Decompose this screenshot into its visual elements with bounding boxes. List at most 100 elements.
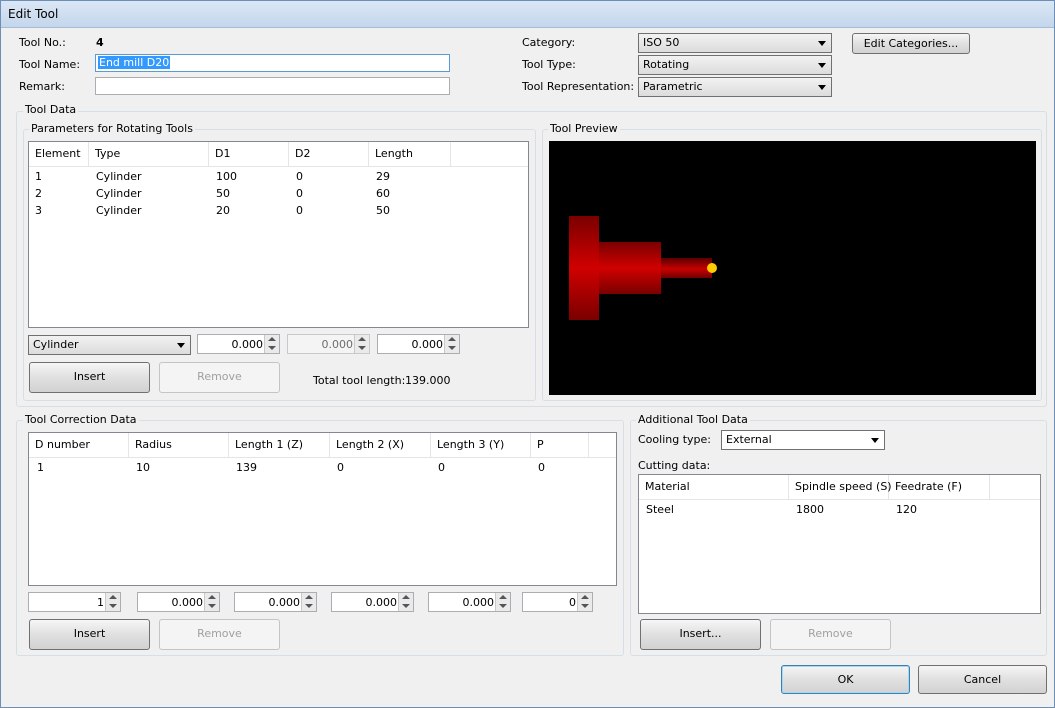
p-spinner[interactable]: 0 (522, 592, 593, 612)
arrow-up-icon (208, 595, 216, 599)
arrow-down-icon (208, 604, 216, 608)
spinner-arrows[interactable] (105, 593, 120, 611)
spinner-arrows[interactable] (577, 593, 592, 611)
correction-insert-button[interactable]: Insert (29, 619, 150, 650)
table-cell: 20 (216, 204, 230, 217)
table-cell: 100 (216, 170, 237, 183)
tool-segment-1 (569, 216, 599, 320)
tool-representation-select[interactable]: Parametric (638, 77, 832, 97)
spinner-arrows[interactable] (495, 593, 510, 611)
table-cell: 1 (37, 461, 44, 474)
parameters-list-header: Element Type D1 D2 Length (29, 142, 528, 167)
tool-name-input[interactable]: End mill D20 (95, 54, 450, 72)
tool-type-value: Rotating (643, 58, 690, 71)
column-header[interactable]: Element (29, 142, 89, 166)
d-number-spinner[interactable]: 1 (28, 592, 121, 612)
length-value: 0.000 (411, 338, 444, 351)
column-header[interactable]: Radius (129, 433, 229, 457)
tool-type-select[interactable]: Rotating (638, 55, 832, 75)
window-title: Edit Tool (8, 7, 59, 21)
ok-button[interactable]: OK (781, 665, 910, 694)
cancel-button[interactable]: Cancel (918, 665, 1047, 694)
length3-spinner[interactable]: 0.000 (428, 592, 511, 612)
chevron-down-icon (871, 438, 879, 443)
table-cell: 29 (376, 170, 390, 183)
correction-remove-button: Remove (159, 619, 280, 650)
column-header[interactable]: D2 (289, 142, 369, 166)
parameters-list[interactable]: Element Type D1 D2 Length 1 Cylinder 100… (28, 141, 529, 328)
arrow-up-icon (499, 595, 507, 599)
column-header[interactable]: Length 2 (X) (330, 433, 431, 457)
d1-spinner[interactable]: 0.000 (197, 334, 280, 354)
additional-tool-data-title: Additional Tool Data (636, 413, 750, 426)
spinner-arrows[interactable] (398, 593, 413, 611)
table-cell: 3 (35, 204, 42, 217)
table-cell: 50 (376, 204, 390, 217)
tool-representation-label: Tool Representation: (522, 80, 635, 93)
spinner-arrows[interactable] (301, 593, 316, 611)
cutting-data-header: Material Spindle speed (S) Feedrate (F) (639, 475, 1040, 500)
column-header[interactable]: Feedrate (F) (889, 475, 990, 499)
column-header[interactable]: Spindle speed (S) (789, 475, 892, 499)
table-cell: 1800 (796, 503, 824, 516)
cooling-type-select[interactable]: External (721, 430, 885, 450)
column-header[interactable]: Length 1 (Z) (229, 433, 330, 457)
arrow-up-icon (581, 595, 589, 599)
radius-spinner[interactable]: 0.000 (137, 592, 220, 612)
arrow-up-icon (109, 595, 117, 599)
tool-preview-title: Tool Preview (548, 122, 620, 135)
correction-list-header: D number Radius Length 1 (Z) Length 2 (X… (29, 433, 616, 458)
table-row[interactable]: Steel 1800 120 (639, 501, 1040, 518)
column-header[interactable]: D number (29, 433, 129, 457)
tool-name-label: Tool Name: (19, 58, 81, 71)
arrow-down-icon (358, 346, 366, 350)
spinner-arrows[interactable] (264, 335, 279, 353)
table-cell: 139 (236, 461, 257, 474)
table-cell: 1 (35, 170, 42, 183)
spinner-arrows[interactable] (204, 593, 219, 611)
tool-preview-canvas[interactable] (549, 141, 1036, 395)
table-cell: Steel (646, 503, 674, 516)
spinner-arrows[interactable] (444, 335, 459, 353)
correction-list[interactable]: D number Radius Length 1 (Z) Length 2 (X… (28, 432, 617, 586)
length2-spinner[interactable]: 0.000 (331, 592, 414, 612)
column-header[interactable]: Length 3 (Y) (431, 433, 531, 457)
column-header[interactable]: P (531, 433, 589, 457)
table-row[interactable]: 2 Cylinder 50 0 60 (29, 185, 528, 202)
column-header[interactable]: D1 (209, 142, 289, 166)
length-spinner[interactable]: 0.000 (377, 334, 460, 354)
cooling-type-value: External (726, 433, 772, 446)
arrow-down-icon (305, 604, 313, 608)
table-row[interactable]: 1 10 139 0 0 0 (29, 459, 616, 476)
length1-spinner[interactable]: 0.000 (234, 592, 317, 612)
column-header[interactable]: Material (639, 475, 789, 499)
table-cell: 0 (538, 461, 545, 474)
column-header[interactable]: Length (369, 142, 451, 166)
table-row[interactable]: 1 Cylinder 100 0 29 (29, 168, 528, 185)
table-row[interactable]: 3 Cylinder 20 0 50 (29, 202, 528, 219)
edit-categories-button[interactable]: Edit Categories... (852, 33, 970, 54)
remark-input[interactable] (95, 77, 450, 95)
table-cell: 0 (296, 204, 303, 217)
cutting-data-label: Cutting data: (638, 459, 711, 472)
cutting-data-insert-button[interactable]: Insert... (640, 619, 761, 650)
tool-data-title: Tool Data (23, 103, 79, 116)
tool-no-label: Tool No.: (19, 36, 66, 49)
table-cell: Cylinder (96, 170, 142, 183)
element-type-select[interactable]: Cylinder (28, 335, 191, 355)
category-select[interactable]: ISO 50 (638, 33, 832, 53)
arrow-down-icon (268, 346, 276, 350)
parameters-insert-button[interactable]: Insert (29, 362, 150, 393)
arrow-down-icon (109, 604, 117, 608)
tool-preview-drawing (569, 216, 717, 320)
table-cell: Cylinder (96, 187, 142, 200)
table-cell: 0 (438, 461, 445, 474)
column-header[interactable]: Type (89, 142, 209, 166)
table-cell: Cylinder (96, 204, 142, 217)
table-cell: 0 (296, 170, 303, 183)
chevron-down-icon (177, 343, 185, 348)
radius-value: 0.000 (171, 596, 204, 609)
cutting-data-list[interactable]: Material Spindle speed (S) Feedrate (F) … (638, 474, 1041, 614)
arrow-down-icon (499, 604, 507, 608)
d1-value: 0.000 (231, 338, 264, 351)
